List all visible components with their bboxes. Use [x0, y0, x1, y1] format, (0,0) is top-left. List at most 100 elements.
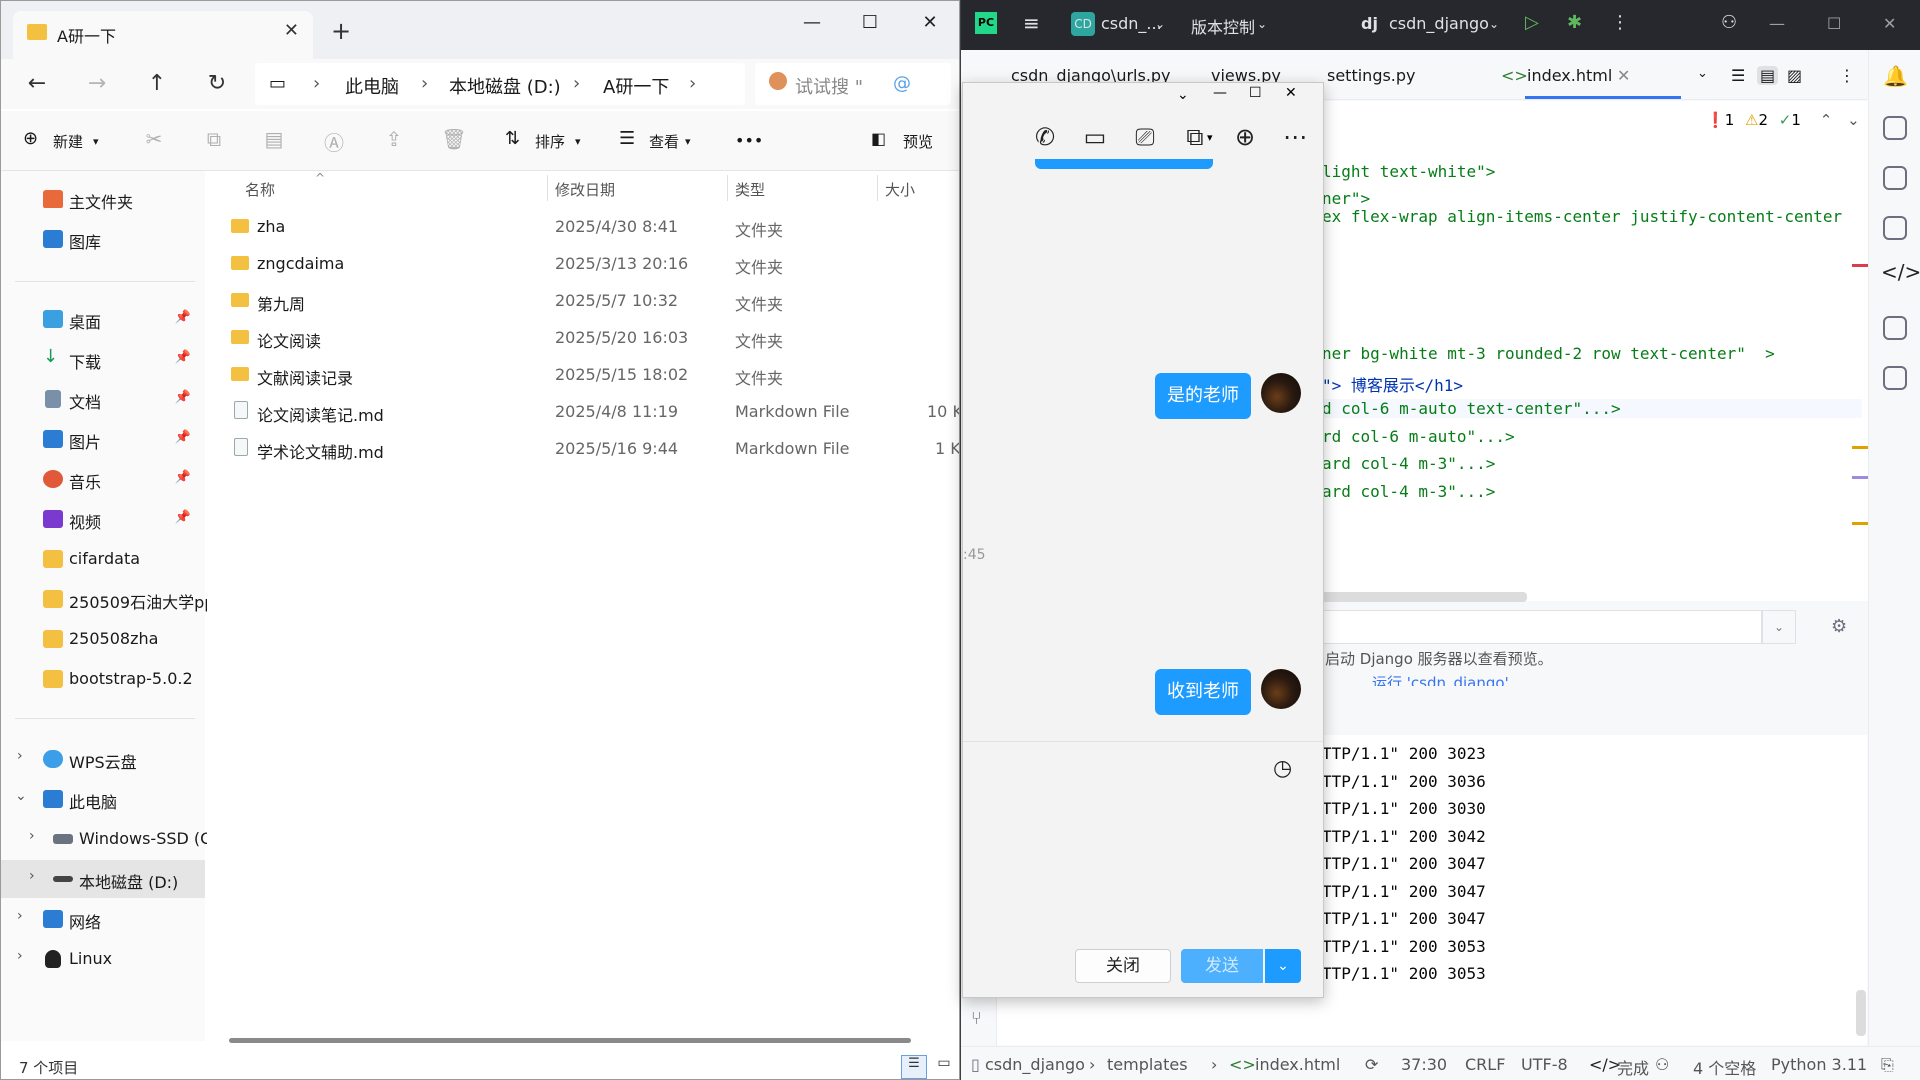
cut-icon[interactable]: ✂ — [141, 127, 167, 153]
sidebar-item-drive-d[interactable]: › 本地磁盘 (D:) — [1, 860, 205, 898]
screen-share-icon[interactable]: ⎚ — [1131, 123, 1159, 151]
delete-icon[interactable]: 🗑 — [441, 127, 467, 153]
plugin-icon[interactable] — [1883, 316, 1907, 340]
close-tab-icon[interactable]: ✕ — [1617, 66, 1630, 85]
inspection-widget[interactable]: ❗1 ⚠2 ✓1 ⌃ ⌄ — [1706, 111, 1860, 129]
chevron-up-icon[interactable]: ⌃ — [1820, 111, 1833, 129]
sidebar-item-videos[interactable]: 视频 📌 — [1, 500, 205, 538]
lock-icon[interactable]: ⎘ — [1881, 1055, 1894, 1075]
git-branch-icon[interactable]: ⑂ — [971, 1008, 982, 1029]
sidebar-item-wps[interactable]: › WPS云盘 — [1, 740, 205, 778]
info-stripe-marker[interactable] — [1852, 476, 1868, 479]
paste-icon[interactable]: ▤ — [261, 127, 287, 153]
breadcrumb-this-pc[interactable]: 此电脑 — [345, 73, 399, 99]
debug-icon[interactable]: ✱ — [1567, 12, 1582, 33]
chevron-down-icon[interactable]: ▾ — [1207, 131, 1213, 144]
services-icon[interactable] — [1883, 366, 1907, 390]
interpreter[interactable]: Python 3.11 — [1771, 1055, 1867, 1074]
minimize-button[interactable]: — — [789, 5, 835, 41]
chevron-down-icon[interactable]: ⌄ — [1697, 66, 1708, 81]
search-assist-icon[interactable]: @ — [893, 73, 911, 94]
history-clock-icon[interactable]: ◷ — [1273, 756, 1292, 781]
message-bubble[interactable]: 收到老师 — [1155, 669, 1251, 715]
pin-icon[interactable]: 📌 — [175, 390, 191, 405]
horizontal-scrollbar[interactable] — [229, 1038, 911, 1043]
caret-position[interactable]: 37:30 — [1401, 1055, 1447, 1074]
sidebar-item-downloads[interactable]: ↓ 下载 📌 — [1, 340, 205, 378]
chevron-right-icon[interactable]: › — [17, 908, 23, 924]
close-window-button[interactable]: ✕ — [1285, 85, 1297, 101]
tab-more-icon[interactable]: ⋮ — [1839, 66, 1855, 85]
address-bar[interactable]: ▭ › 此电脑 › 本地磁盘 (D:) › A研一下 › — [255, 63, 745, 105]
avatar[interactable] — [1261, 669, 1301, 709]
details-view-icon[interactable]: ☰ — [901, 1055, 927, 1079]
breadcrumb-drive-d[interactable]: 本地磁盘 (D:) — [449, 73, 561, 99]
table-row[interactable]: zha 2025/4/30 8:41 文件夹 — [207, 209, 959, 245]
maximize-button[interactable]: ☐ — [1827, 14, 1841, 33]
sidebar-item-drive-c[interactable]: › Windows-SSD (C: — [1, 820, 217, 858]
error-stripe-marker[interactable] — [1852, 264, 1868, 267]
share-icon[interactable]: ⇪ — [381, 127, 407, 153]
status-file[interactable]: index.html — [1255, 1055, 1340, 1074]
console-scrollbar[interactable] — [1856, 990, 1866, 1036]
message-input-area[interactable]: ◷ 关闭 发送 ⌄ — [963, 741, 1323, 997]
add-member-icon[interactable]: ⊕ — [1231, 123, 1259, 151]
indent-setting[interactable]: 4 个空格 — [1693, 1055, 1756, 1079]
sort-button[interactable]: 排序 — [535, 131, 565, 152]
main-menu-icon[interactable]: ≡ — [1023, 11, 1040, 35]
maximize-button[interactable]: ☐ — [847, 5, 893, 41]
run-icon[interactable]: ▷ — [1525, 12, 1539, 33]
column-size[interactable]: 大小 — [885, 179, 915, 200]
search-box[interactable]: 试试搜 " @ — [755, 63, 951, 105]
maximize-button[interactable]: ☐ — [1249, 85, 1262, 101]
chevron-down-icon[interactable]: ⌄ — [15, 788, 27, 804]
new-tab-button[interactable]: + — [331, 17, 351, 45]
new-button[interactable]: 新建 — [53, 131, 83, 152]
sidebar-item-folder[interactable]: bootstrap-5.0.2 — [1, 660, 205, 698]
pin-icon[interactable]: 📌 — [175, 430, 191, 445]
column-name[interactable]: 名称 — [245, 179, 275, 200]
split-view-icon[interactable]: ▤ — [1757, 66, 1779, 85]
line-separator[interactable]: CRLF — [1465, 1055, 1505, 1074]
breadcrumb-folder[interactable]: A研一下 — [603, 73, 669, 99]
run-link[interactable]: 运行 'csdn_django' — [1372, 672, 1509, 686]
sidebar-item-this-pc[interactable]: ⌄ 此电脑 — [1, 780, 205, 818]
view-button[interactable]: 查看 — [649, 131, 679, 152]
sidebar-item-pictures[interactable]: 图片 📌 — [1, 420, 205, 458]
refresh-icon[interactable]: ↻ — [199, 69, 235, 99]
notifications-icon[interactable]: 🔔 — [1883, 64, 1908, 88]
sidebar-item-home[interactable]: 主文件夹 — [1, 180, 205, 218]
sidebar-item-folder[interactable]: 250508zha — [1, 620, 205, 658]
url-field[interactable] — [1322, 610, 1762, 644]
close-tab-icon[interactable]: ✕ — [284, 20, 299, 41]
explorer-tab[interactable]: A研一下 ✕ — [13, 11, 313, 59]
remote-assist-icon[interactable]: ⧉ — [1181, 123, 1209, 151]
minimize-button[interactable]: — — [1769, 14, 1785, 33]
tool-window-icon[interactable]: ▯ — [971, 1055, 980, 1074]
column-divider[interactable] — [727, 175, 728, 201]
vcs-menu[interactable]: 版本控制 — [1191, 14, 1255, 38]
tiles-view-icon[interactable]: ▭ — [931, 1055, 957, 1079]
table-row[interactable]: 论文阅读 2025/5/20 16:03 文件夹 — [207, 320, 959, 356]
copy-icon[interactable]: ⧉ — [201, 127, 227, 153]
more-options-icon[interactable]: ⋯ — [1281, 123, 1309, 151]
copilot-icon[interactable] — [1883, 166, 1907, 190]
file-encoding[interactable]: UTF-8 — [1521, 1055, 1568, 1074]
sidebar-item-folder[interactable]: cifardata — [1, 540, 205, 578]
copilot-status-icon[interactable]: ⚇ — [1655, 1055, 1669, 1074]
table-row[interactable]: 文献阅读记录 2025/5/15 18:02 文件夹 — [207, 357, 959, 393]
close-button[interactable]: 关闭 — [1075, 949, 1171, 983]
chevron-down-icon[interactable]: ⌄ — [1762, 610, 1796, 644]
settings-gear-icon[interactable]: ⚙ — [1831, 616, 1847, 637]
account-icon[interactable]: ⚇ — [1721, 12, 1737, 33]
close-window-button[interactable]: ✕ — [1883, 14, 1896, 33]
chevron-down-icon[interactable]: ⌄ — [1847, 111, 1860, 129]
pin-icon[interactable]: 📌 — [175, 470, 191, 485]
table-row[interactable]: zngcdaima 2025/3/13 20:16 文件夹 — [207, 246, 959, 282]
run-config-selector[interactable]: csdn_django — [1389, 14, 1489, 33]
sidebar-item-network[interactable]: › 网络 — [1, 900, 205, 938]
back-arrow-icon[interactable]: ← — [19, 69, 55, 99]
minimize-button[interactable]: — — [1213, 85, 1227, 101]
status-done[interactable]: 完成 — [1617, 1055, 1649, 1079]
tab-index-html[interactable]: index.html — [1527, 66, 1612, 85]
